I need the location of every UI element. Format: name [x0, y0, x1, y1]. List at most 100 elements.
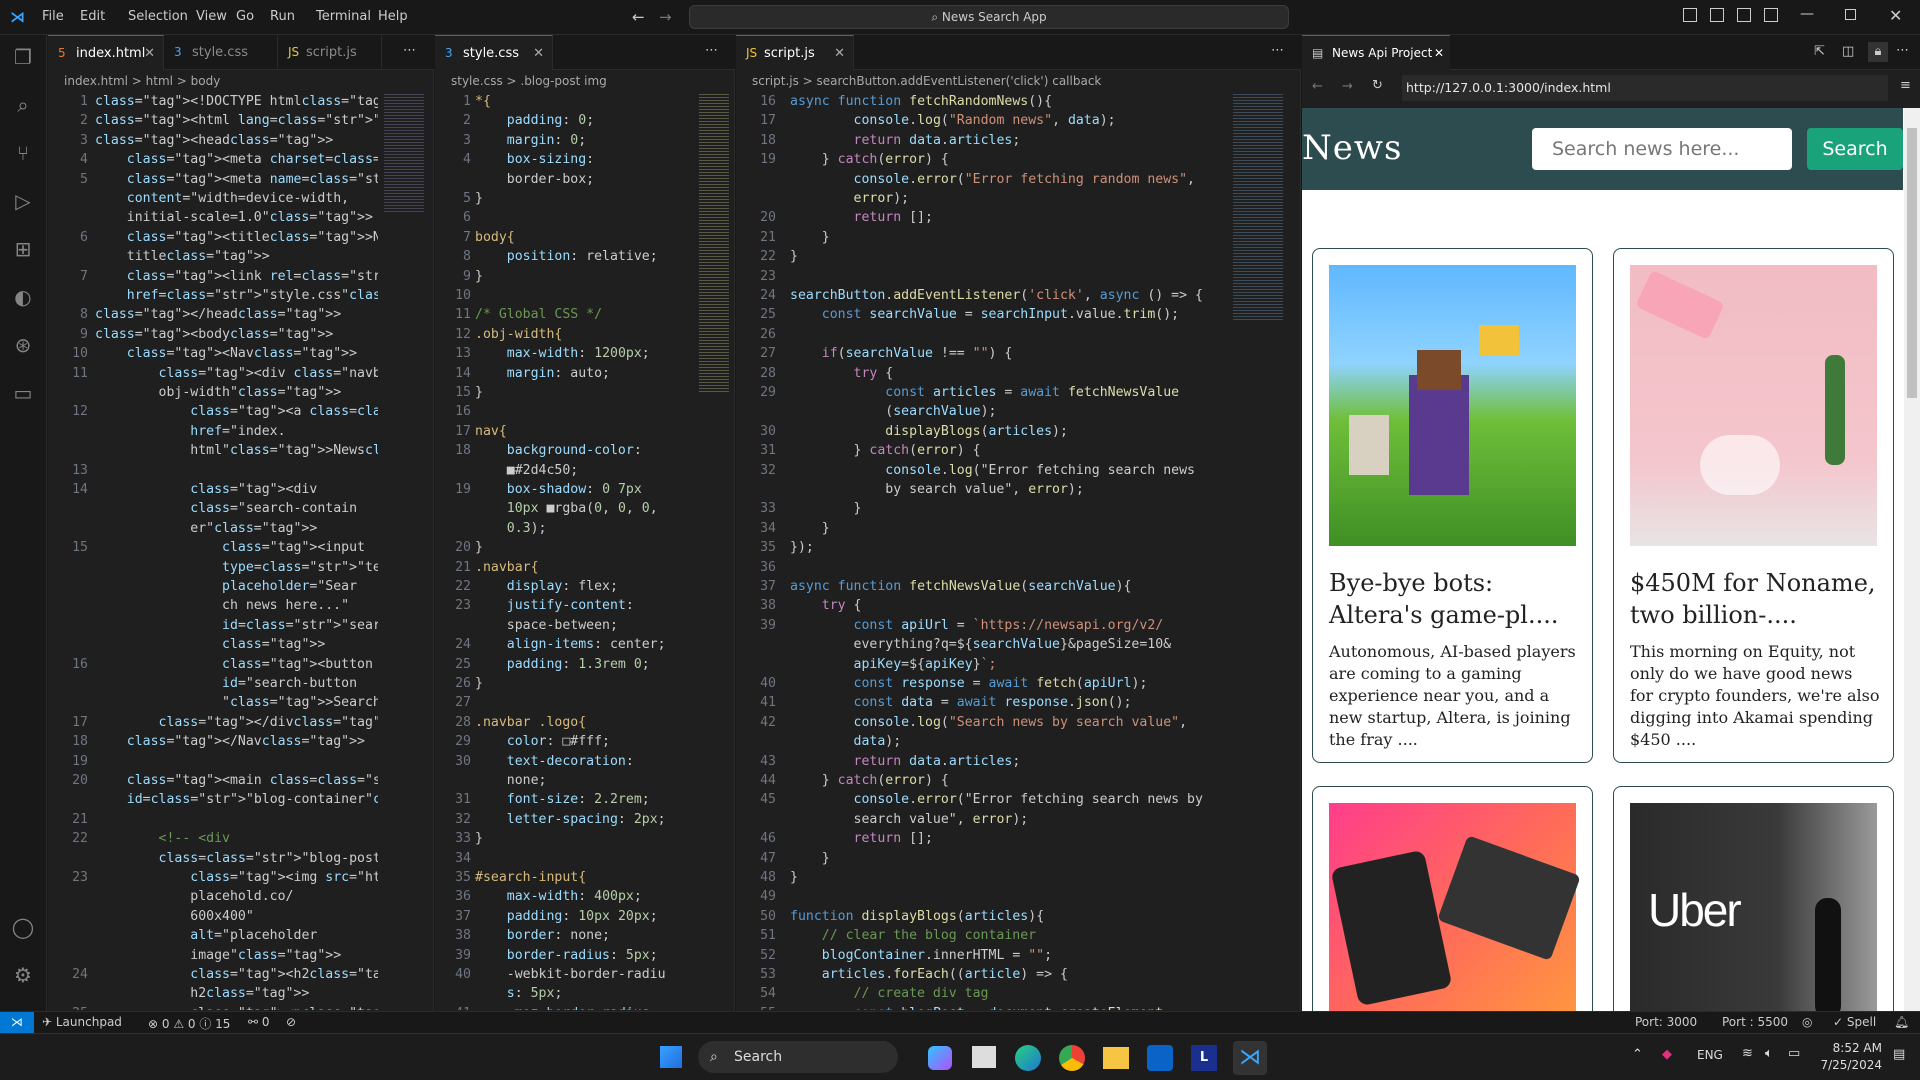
restore-icon[interactable]: [1845, 9, 1856, 20]
code-line[interactable]: class="tag"><!DOCTYPE htmlclass="tag">>: [95, 94, 378, 109]
code-line[interactable]: padding: 10px 20px;: [475, 909, 658, 924]
menu-view[interactable]: View: [196, 9, 227, 24]
menu-selection[interactable]: Selection: [128, 9, 188, 24]
toggle-secondary-sidebar-icon[interactable]: [1737, 8, 1751, 22]
more-actions-icon[interactable]: ⋯: [1896, 43, 1909, 58]
code-line[interactable]: console.error("Error fetching random new…: [790, 172, 1195, 187]
scrollbar[interactable]: [1904, 108, 1920, 1011]
source-control-icon[interactable]: ⑂: [11, 141, 35, 165]
code-line[interactable]: class="tag"></Navclass="tag">>: [95, 734, 365, 749]
port-5500[interactable]: Port : 5500: [1722, 1015, 1788, 1029]
code-line[interactable]: <!-- <div: [95, 831, 230, 846]
wifi-icon[interactable]: ≋: [1742, 1046, 1753, 1061]
code-line[interactable]: color: □#fff;: [475, 734, 610, 749]
code-line[interactable]: class="tag"><html lang=class="str">"en"c…: [95, 113, 378, 128]
tab-script-js[interactable]: JS script.js ✕: [736, 35, 854, 70]
code-line[interactable]: max-width: 1200px;: [475, 346, 650, 361]
customize-layout-icon[interactable]: [1764, 8, 1778, 22]
command-center[interactable]: ⌕ News Search App: [689, 5, 1289, 29]
outlook-icon[interactable]: [1147, 1045, 1173, 1071]
forward-arrow-icon[interactable]: →: [659, 8, 672, 26]
code-line[interactable]: #search-input{: [475, 870, 586, 885]
code-line[interactable]: href="index.: [95, 424, 285, 439]
tab-style-css[interactable]: 3 style.css: [164, 35, 278, 70]
start-icon[interactable]: [660, 1046, 682, 1068]
code-line[interactable]: }: [790, 249, 798, 264]
menu-run[interactable]: Run: [270, 9, 295, 24]
code-line[interactable]: try {: [790, 366, 894, 381]
code-line[interactable]: body{: [475, 230, 515, 245]
code-line[interactable]: by search value", error);: [790, 482, 1084, 497]
code-editor[interactable]: 1 *{2 padding: 0; 3 margin: 0; 4 box-sizing…: [435, 92, 695, 1010]
code-line[interactable]: function displayBlogs(articles){: [790, 909, 1044, 924]
code-line[interactable]: justify-content:: [475, 598, 634, 613]
vscode-taskbar-icon[interactable]: ⋊: [1233, 1041, 1267, 1075]
code-line[interactable]: nav{: [475, 424, 507, 439]
tab-style-css[interactable]: 3 style.css ✕: [435, 35, 553, 70]
code-line[interactable]: placehold.co/: [95, 889, 293, 904]
site-logo[interactable]: News: [1302, 128, 1402, 168]
code-line[interactable]: const data = await response.json();: [790, 695, 1132, 710]
code-line[interactable]: class="tag"><h2class="tag">>This is a ti…: [95, 967, 378, 982]
code-line[interactable]: const blogPost = document.createElement: [790, 1006, 1164, 1010]
code-line[interactable]: box-shadow: 0 7px: [475, 482, 642, 497]
code-line[interactable]: image"class="tag">>: [95, 948, 341, 963]
copilot-icon[interactable]: ◎: [1802, 1015, 1812, 1029]
code-line[interactable]: class="tag"><bodyclass="tag">>: [95, 327, 333, 342]
code-line[interactable]: class="tag"><headclass="tag">>: [95, 133, 333, 148]
code-line[interactable]: href=class="str">"style.css"class="tag">…: [95, 288, 378, 303]
code-line[interactable]: margin: auto;: [475, 366, 610, 381]
back-arrow-icon[interactable]: ←: [632, 8, 645, 26]
tab-news-api-project[interactable]: ▤ News Api Project ✕: [1302, 35, 1450, 70]
code-line[interactable]: console.log("Random news", data);: [790, 113, 1116, 128]
code-line[interactable]: 10px ■rgba(0, 0, 0,: [475, 501, 658, 516]
code-line[interactable]: } catch(error) {: [790, 773, 949, 788]
close-icon[interactable]: ✕: [533, 36, 544, 71]
port-3000[interactable]: Port: 3000: [1635, 1015, 1697, 1029]
code-line[interactable]: }: [475, 540, 483, 555]
breadcrumb[interactable]: script.js > searchButton.addEventListene…: [736, 70, 1301, 92]
code-line[interactable]: displayBlogs(articles);: [790, 424, 1068, 439]
code-line[interactable]: ■#2d4c50;: [475, 463, 578, 478]
code-line[interactable]: }: [475, 191, 483, 206]
code-line[interactable]: id=class="str">"blog-container"class="ta…: [95, 792, 378, 807]
code-line[interactable]: articles.forEach((article) => {: [790, 967, 1068, 982]
code-line[interactable]: text-decoration:: [475, 754, 634, 769]
code-line[interactable]: async function fetchRandomNews(){: [790, 94, 1052, 109]
accounts-icon[interactable]: ◯: [11, 915, 35, 939]
spell-check[interactable]: ✓ Spell: [1833, 1015, 1876, 1029]
tab-index-html[interactable]: 5 index.html ✕: [48, 35, 164, 70]
breadcrumb[interactable]: index.html > html > body: [48, 70, 434, 92]
code-line[interactable]: }: [790, 851, 830, 866]
code-line[interactable]: er"class="tag">>: [95, 521, 317, 536]
code-line[interactable]: obj-width"class="tag">>: [95, 385, 342, 400]
blog-card[interactable]: $450M for Noname, two billion-.... This …: [1613, 248, 1894, 763]
minimap[interactable]: [384, 92, 424, 212]
code-line[interactable]: (searchValue);: [790, 404, 996, 419]
code-line[interactable]: search value", error);: [790, 812, 1029, 827]
problems-indicator[interactable]: ⊗ 0 ⚠ 0 ⓘ 15: [148, 1015, 230, 1032]
code-line[interactable]: class="search-contain: [95, 501, 357, 516]
code-line[interactable]: none;: [475, 773, 547, 788]
code-line[interactable]: class="tag"><pclass="tag">>Lorem ipsum d…: [95, 1006, 378, 1010]
code-line[interactable]: class="tag"><a class=class="str">"logo": [95, 404, 378, 419]
file-explorer-icon[interactable]: [1103, 1047, 1129, 1069]
refresh-icon[interactable]: ↻: [1372, 78, 1383, 93]
show-hidden-icons[interactable]: ⌃: [1632, 1047, 1643, 1062]
code-line[interactable]: console.log("Error fetching search news: [790, 463, 1195, 478]
close-icon[interactable]: ✕: [834, 36, 845, 71]
open-in-browser-icon[interactable]: ⇱: [1814, 44, 1825, 59]
menu-terminal[interactable]: Terminal: [316, 9, 371, 24]
tray-app-icon[interactable]: ◆: [1662, 1047, 1672, 1062]
code-line[interactable]: }: [475, 269, 483, 284]
code-line[interactable]: background-color:: [475, 443, 642, 458]
more-actions-icon[interactable]: ⋯: [705, 43, 718, 58]
code-line[interactable]: class="tag"></divclass="tag">>: [95, 715, 378, 730]
code-line[interactable]: class="tag"><button: [95, 657, 373, 672]
code-line[interactable]: class="tag"><img src="https://: [95, 870, 378, 885]
code-line[interactable]: s: 5px;: [475, 986, 563, 1001]
code-line[interactable]: *{: [475, 94, 491, 109]
launchpad[interactable]: ✈ Launchpad: [42, 1015, 122, 1029]
volume-icon[interactable]: 🔈︎: [1765, 1046, 1773, 1061]
edge-icon[interactable]: [1015, 1045, 1041, 1071]
